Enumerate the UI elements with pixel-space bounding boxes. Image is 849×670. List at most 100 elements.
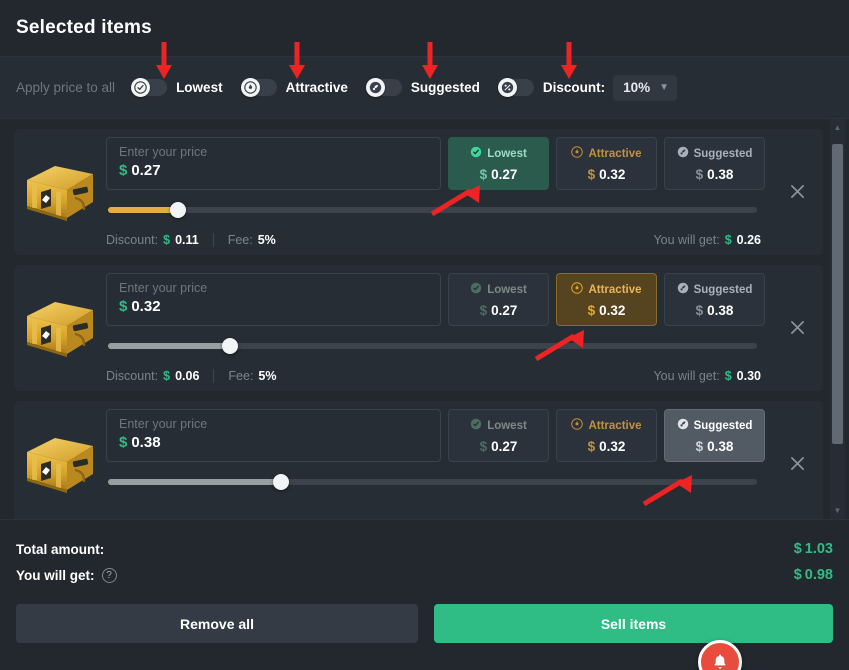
price-option-label: Attractive bbox=[588, 148, 642, 160]
toggle-lowest-switch[interactable] bbox=[131, 78, 168, 97]
toggle-lowest[interactable]: Lowest bbox=[131, 78, 223, 97]
slider-thumb[interactable] bbox=[221, 338, 238, 354]
currency-symbol: $ bbox=[793, 567, 802, 583]
item-price-area: Enter your price $0.38 Lowest $0.27 Attr… bbox=[106, 409, 771, 505]
item-thumbnail[interactable] bbox=[14, 409, 106, 519]
price-option-attractive[interactable]: Attractive $0.32 bbox=[556, 137, 657, 190]
slider-track[interactable] bbox=[108, 207, 757, 213]
price-option-suggested[interactable]: Suggested $0.38 bbox=[664, 409, 765, 462]
suggested-icon bbox=[677, 281, 689, 299]
slider-thumb[interactable] bbox=[272, 474, 289, 490]
scroll-up-arrow-icon[interactable]: ▲ bbox=[834, 119, 842, 136]
suggested-icon bbox=[677, 145, 689, 163]
remove-item-button[interactable] bbox=[771, 137, 823, 245]
price-input-value: $0.27 bbox=[119, 162, 161, 179]
sell-items-button[interactable]: Sell items bbox=[434, 604, 833, 643]
currency-symbol: $ bbox=[163, 369, 171, 383]
suggested-icon bbox=[365, 78, 385, 97]
remove-item-button[interactable] bbox=[771, 273, 823, 381]
price-option-suggested[interactable]: Suggested $0.38 bbox=[664, 273, 765, 326]
scroll-down-arrow-icon[interactable]: ▼ bbox=[834, 502, 842, 519]
price-slider[interactable] bbox=[106, 335, 765, 357]
price-slider[interactable] bbox=[106, 471, 765, 493]
close-icon bbox=[790, 456, 804, 470]
total-amount-row: Total amount: $1.03 bbox=[16, 536, 833, 562]
dialog-footer: Total amount: $1.03 You will get: ? $0.9… bbox=[0, 519, 849, 670]
price-option-value: $0.38 bbox=[695, 439, 734, 454]
item-row: Enter your price $0.27 Lowest $0.27 Attr… bbox=[14, 129, 823, 255]
price-options: Lowest $0.27 Attractive $0.32 Suggested … bbox=[448, 137, 765, 190]
price-option-value: $0.38 bbox=[695, 303, 734, 318]
price-option-lowest[interactable]: Lowest $0.27 bbox=[448, 273, 549, 326]
price-option-suggested[interactable]: Suggested $0.38 bbox=[664, 137, 765, 190]
toggle-attractive-switch[interactable] bbox=[240, 78, 277, 97]
flame-icon bbox=[571, 281, 584, 299]
price-option-value: $0.32 bbox=[587, 167, 626, 182]
price-option-value: $0.27 bbox=[479, 439, 518, 454]
items-scrollbar[interactable]: ▲ ▼ bbox=[830, 119, 845, 519]
price-input-value: $0.32 bbox=[119, 298, 161, 315]
discount-select[interactable]: 10% ▼ bbox=[613, 74, 678, 101]
toggle-suggested[interactable]: Suggested bbox=[365, 78, 480, 97]
item-thumbnail[interactable] bbox=[14, 137, 106, 247]
weapon-case-icon bbox=[27, 302, 93, 357]
check-circle-icon bbox=[131, 78, 151, 97]
scrollbar-track[interactable] bbox=[830, 136, 845, 502]
scrollbar-thumb[interactable] bbox=[832, 144, 843, 444]
divider bbox=[213, 369, 215, 383]
item-thumbnail[interactable] bbox=[14, 273, 106, 383]
item-price-area: Enter your price $0.27 Lowest $0.27 Attr… bbox=[106, 137, 771, 247]
price-option-value: $0.27 bbox=[479, 167, 518, 182]
check-circle-icon bbox=[470, 145, 482, 163]
slider-thumb[interactable] bbox=[170, 202, 187, 218]
slider-fill bbox=[108, 343, 232, 349]
price-option-head: Lowest bbox=[470, 145, 527, 163]
price-input[interactable]: Enter your price $0.32 bbox=[106, 273, 441, 326]
discount-control: Discount: 10% ▼ bbox=[497, 74, 678, 101]
toggle-suggested-switch[interactable] bbox=[365, 78, 402, 97]
you-will-get-label-wrap: You will get: ? bbox=[16, 567, 117, 583]
bell-icon[interactable] bbox=[698, 640, 742, 670]
price-option-attractive[interactable]: Attractive $0.32 bbox=[556, 273, 657, 326]
remove-item-button[interactable] bbox=[771, 409, 823, 517]
page-title: Selected items bbox=[16, 17, 152, 38]
price-options: Lowest $0.27 Attractive $0.32 Suggested … bbox=[448, 273, 765, 326]
flame-icon bbox=[240, 78, 260, 97]
price-slider[interactable] bbox=[106, 199, 765, 221]
price-input[interactable]: Enter your price $0.38 bbox=[106, 409, 441, 462]
row-discount-value: 0.06 bbox=[175, 369, 200, 383]
row-fee-label: Fee: bbox=[228, 369, 254, 383]
weapon-case-icon bbox=[27, 438, 93, 493]
toggle-suggested-label: Suggested bbox=[410, 80, 480, 95]
price-option-lowest[interactable]: Lowest $0.27 bbox=[448, 137, 549, 190]
item-row: Enter your price $0.38 Lowest $0.27 Attr… bbox=[14, 401, 823, 519]
row-fee-label: Fee: bbox=[227, 233, 253, 247]
price-option-value: $0.38 bbox=[695, 167, 734, 182]
slider-fill bbox=[108, 479, 283, 485]
price-input-placeholder: Enter your price bbox=[119, 145, 208, 159]
question-mark-icon[interactable]: ? bbox=[101, 567, 117, 583]
close-icon bbox=[790, 320, 804, 334]
row-fee-value: 5% bbox=[258, 369, 277, 383]
discount-selected-value: 10% bbox=[623, 80, 651, 95]
price-option-head: Attractive bbox=[571, 145, 642, 163]
price-option-head: Attractive bbox=[571, 417, 642, 435]
total-amount-number: 1.03 bbox=[804, 541, 833, 557]
apply-toggle-group: Lowest Attractive Suggested Discount: 10… bbox=[131, 74, 678, 101]
price-input[interactable]: Enter your price $0.27 bbox=[106, 137, 441, 190]
toggle-discount-switch[interactable] bbox=[497, 78, 534, 97]
apply-price-label: Apply price to all bbox=[16, 80, 116, 95]
row-fee-value: 5% bbox=[257, 233, 276, 247]
price-option-head: Suggested bbox=[677, 281, 753, 299]
currency-symbol: $ bbox=[724, 369, 732, 383]
row-will-get-value: 0.26 bbox=[736, 233, 761, 247]
price-option-lowest[interactable]: Lowest $0.27 bbox=[448, 409, 549, 462]
remove-all-button[interactable]: Remove all bbox=[16, 604, 418, 643]
toggle-attractive[interactable]: Attractive bbox=[240, 78, 348, 97]
you-will-get-number: 0.98 bbox=[804, 567, 833, 583]
currency-symbol: $ bbox=[793, 541, 802, 557]
sell-items-dialog: Selected items Apply price to all Lowest bbox=[0, 0, 849, 670]
price-option-attractive[interactable]: Attractive $0.32 bbox=[556, 409, 657, 462]
price-input-value: $0.38 bbox=[119, 434, 161, 451]
price-option-label: Suggested bbox=[693, 284, 753, 296]
